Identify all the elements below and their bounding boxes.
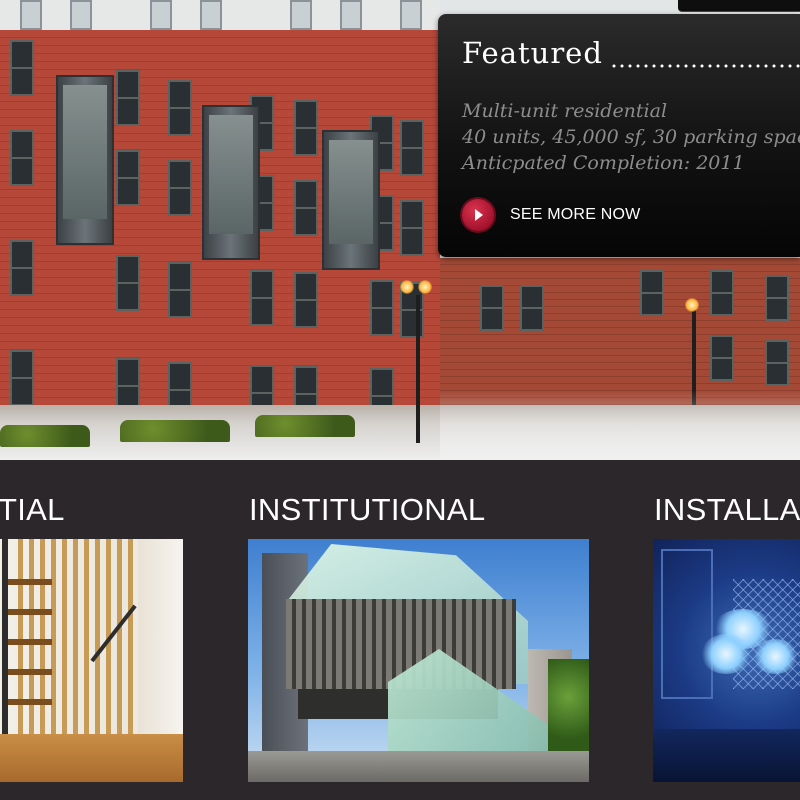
featured-title: Featured	[462, 36, 603, 70]
category-image-residential[interactable]	[0, 539, 183, 782]
category-image-installation[interactable]	[653, 539, 800, 782]
category-title-institutional[interactable]: INSTITUTIONAL	[249, 492, 485, 528]
street-lamp	[416, 295, 420, 443]
category-title-installation[interactable]: INSTALLA	[654, 492, 800, 528]
play-icon[interactable]	[462, 199, 494, 231]
featured-panel: Featured Multi-unit residential 40 units…	[438, 14, 800, 257]
distant-buildings	[440, 258, 800, 408]
featured-description: Multi-unit residential 40 units, 45,000 …	[462, 98, 800, 176]
featured-line: 40 units, 45,000 sf, 30 parking spaces	[462, 126, 800, 148]
category-image-institutional[interactable]	[248, 539, 589, 782]
top-nav-tab[interactable]	[678, 0, 800, 12]
dotted-rule	[610, 64, 800, 68]
see-more-button[interactable]: SEE MORE NOW	[462, 199, 640, 231]
see-more-label[interactable]: SEE MORE NOW	[510, 206, 640, 224]
building-top-floor	[0, 0, 440, 30]
featured-line: Multi-unit residential	[462, 100, 668, 122]
category-title-residential[interactable]: TIAL	[0, 492, 65, 528]
featured-line: Anticpated Completion: 2011	[462, 152, 745, 174]
